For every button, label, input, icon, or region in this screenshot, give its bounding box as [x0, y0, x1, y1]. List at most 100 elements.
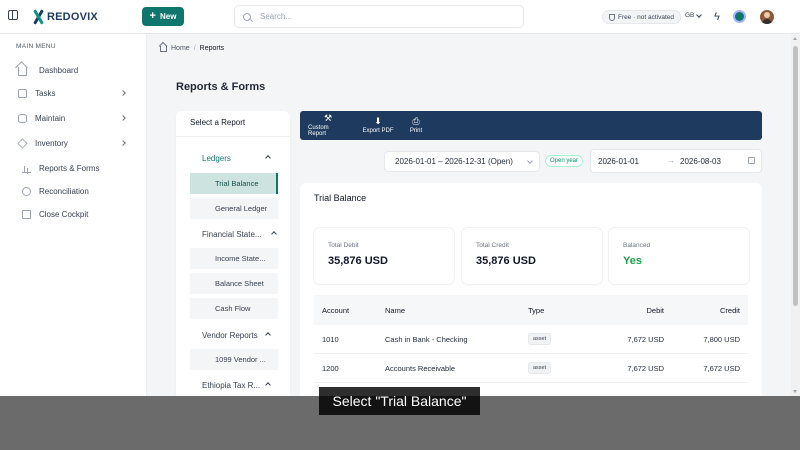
chevron-up-icon [265, 155, 271, 161]
download-icon: ⬇ [374, 116, 382, 126]
report-item-income-statement[interactable]: Income State... [190, 248, 278, 269]
language-label: GB [685, 12, 695, 19]
check-square-icon [18, 88, 27, 98]
new-button[interactable]: + New [142, 7, 184, 26]
report-group-financial-statements[interactable]: Financial State... [190, 224, 278, 244]
clipboard-icon [22, 209, 31, 219]
breadcrumb: Home / Reports [160, 44, 224, 52]
custom-report-button[interactable]: ⚒ Custom Report [308, 111, 348, 140]
cell-debit: 7,672 USD [627, 334, 664, 344]
sidebar-item-label: Tasks [35, 88, 56, 98]
search-icon [243, 12, 251, 21]
search-bar[interactable] [234, 5, 524, 28]
print-button[interactable]: ⎙ Print [406, 111, 426, 140]
logo-mark-icon [31, 9, 45, 25]
report-item-label: 1099 Vendor ... [215, 355, 266, 364]
cell-name: Cash in Bank - Checking [385, 334, 468, 344]
report-item-label: General Ledger [215, 204, 268, 213]
printer-icon: ⎙ [412, 116, 420, 126]
sidebar: MAIN MENU Dashboard Tasks Maintain Inven… [0, 34, 147, 450]
sidebar-item-tasks[interactable]: Tasks [0, 83, 146, 103]
sidebar-item-label: Reports & Forms [39, 163, 100, 173]
sidebar-item-reports-forms[interactable]: Reports & Forms [0, 158, 146, 178]
report-group-label: Ledgers [202, 153, 231, 163]
sidebar-heading: MAIN MENU [16, 43, 56, 50]
stat-label: Balanced [623, 242, 651, 249]
column-header-debit[interactable]: Debit [646, 295, 664, 325]
chevron-up-icon [265, 332, 271, 338]
sidebar-item-inventory[interactable]: Inventory [0, 133, 146, 153]
breadcrumb-separator: / [193, 44, 196, 52]
search-input[interactable] [260, 12, 500, 21]
top-bar: REDOVIX + New Free · not activated GB ϟ [0, 0, 800, 34]
report-group-label: Financial State... [202, 229, 262, 239]
scroll-down-icon[interactable] [793, 390, 797, 393]
report-item-label: Cash Flow [215, 304, 251, 313]
plus-icon: + [149, 10, 156, 22]
export-pdf-label: Export PDF [362, 128, 394, 134]
cell-debit: 7,672 USD [627, 363, 664, 373]
sidebar-item-reconciliation[interactable]: Reconciliation [0, 181, 146, 201]
report-group-ledgers[interactable]: Ledgers [190, 148, 278, 168]
table-row[interactable]: 1200 Accounts Receivable asset 7,672 USD… [314, 354, 748, 383]
column-header-credit[interactable]: Credit [720, 295, 740, 325]
scroll-up-icon[interactable] [793, 37, 797, 40]
date-from[interactable]: 2026-01-01 [598, 157, 639, 166]
export-pdf-button[interactable]: ⬇ Export PDF [362, 111, 394, 140]
report-group-ethiopia-tax[interactable]: Ethiopia Tax R... [190, 375, 278, 395]
report-selector-title: Select a Report [190, 118, 246, 127]
cell-credit: 7,672 USD [703, 363, 740, 373]
breadcrumb-current: Reports [199, 44, 225, 52]
chevron-right-icon [120, 90, 126, 96]
instruction-caption: Select "Trial Balance" [319, 387, 480, 415]
home-icon[interactable] [160, 46, 167, 52]
report-item-general-ledger[interactable]: General Ledger [190, 198, 278, 219]
sidebar-toggle-icon[interactable] [8, 10, 18, 20]
scrollbar-thumb[interactable] [793, 46, 798, 306]
sidebar-item-label: Inventory [35, 138, 68, 148]
chevron-down-icon [527, 158, 533, 164]
report-item-trial-balance[interactable]: Trial Balance [190, 173, 278, 194]
home-icon [18, 67, 27, 76]
table-header: Account Name Type Debit Credit [314, 295, 748, 325]
column-header-type[interactable]: Type [528, 295, 544, 325]
report-item-label: Balance Sheet [215, 279, 264, 288]
custom-report-label: Custom Report [308, 125, 329, 137]
report-item-balance-sheet[interactable]: Balance Sheet [190, 273, 278, 294]
page-scrollbar[interactable] [791, 34, 800, 396]
chevron-right-icon [120, 115, 126, 121]
fiscal-range-select[interactable]: 2026-01-01 – 2026-12-31 (Open) [384, 151, 540, 172]
report-selector-panel: Select a Report Ledgers Trial Balance Ge… [176, 111, 290, 401]
user-avatar[interactable] [760, 10, 774, 24]
chevron-up-icon [265, 382, 271, 388]
stat-value: Yes [623, 255, 642, 267]
sidebar-item-label: Reconciliation [39, 186, 89, 196]
report-item-1099-vendor[interactable]: 1099 Vendor ... [190, 349, 278, 370]
stat-label: Total Credit [476, 242, 509, 249]
sidebar-item-maintain[interactable]: Maintain [0, 108, 146, 128]
stat-value: 35,876 USD [328, 255, 388, 267]
app-switcher-icon[interactable] [733, 10, 746, 23]
calendar-icon[interactable] [748, 157, 755, 164]
report-item-cash-flow[interactable]: Cash Flow [190, 298, 278, 319]
report-group-vendor-reports[interactable]: Vendor Reports [190, 325, 278, 345]
breadcrumb-home[interactable]: Home [171, 45, 190, 52]
column-header-account[interactable]: Account [322, 295, 349, 325]
bolt-icon[interactable]: ϟ [714, 11, 724, 23]
date-to[interactable]: 2026-08-03 [680, 157, 721, 166]
brand-logo[interactable]: REDOVIX [31, 9, 98, 25]
plan-status-badge[interactable]: Free · not activated [602, 10, 681, 24]
column-header-name[interactable]: Name [385, 295, 405, 325]
brand-name: REDOVIX [47, 11, 98, 23]
bar-chart-icon [22, 164, 31, 173]
table-row[interactable]: 1010 Cash in Bank - Checking asset 7,672… [314, 325, 748, 354]
language-selector[interactable]: GB [685, 11, 703, 19]
sidebar-item-close-cockpit[interactable]: Close Cockpit [0, 204, 146, 224]
date-range-picker[interactable]: 2026-01-01 → 2026-08-03 [590, 149, 762, 173]
tools-icon: ⚒ [323, 113, 333, 123]
sidebar-item-dashboard[interactable]: Dashboard [0, 60, 146, 80]
trial-balance-title: Trial Balance [314, 193, 367, 203]
stat-value: 35,876 USD [476, 255, 536, 267]
cell-account: 1010 [322, 334, 339, 344]
cell-type: asset [528, 354, 552, 382]
